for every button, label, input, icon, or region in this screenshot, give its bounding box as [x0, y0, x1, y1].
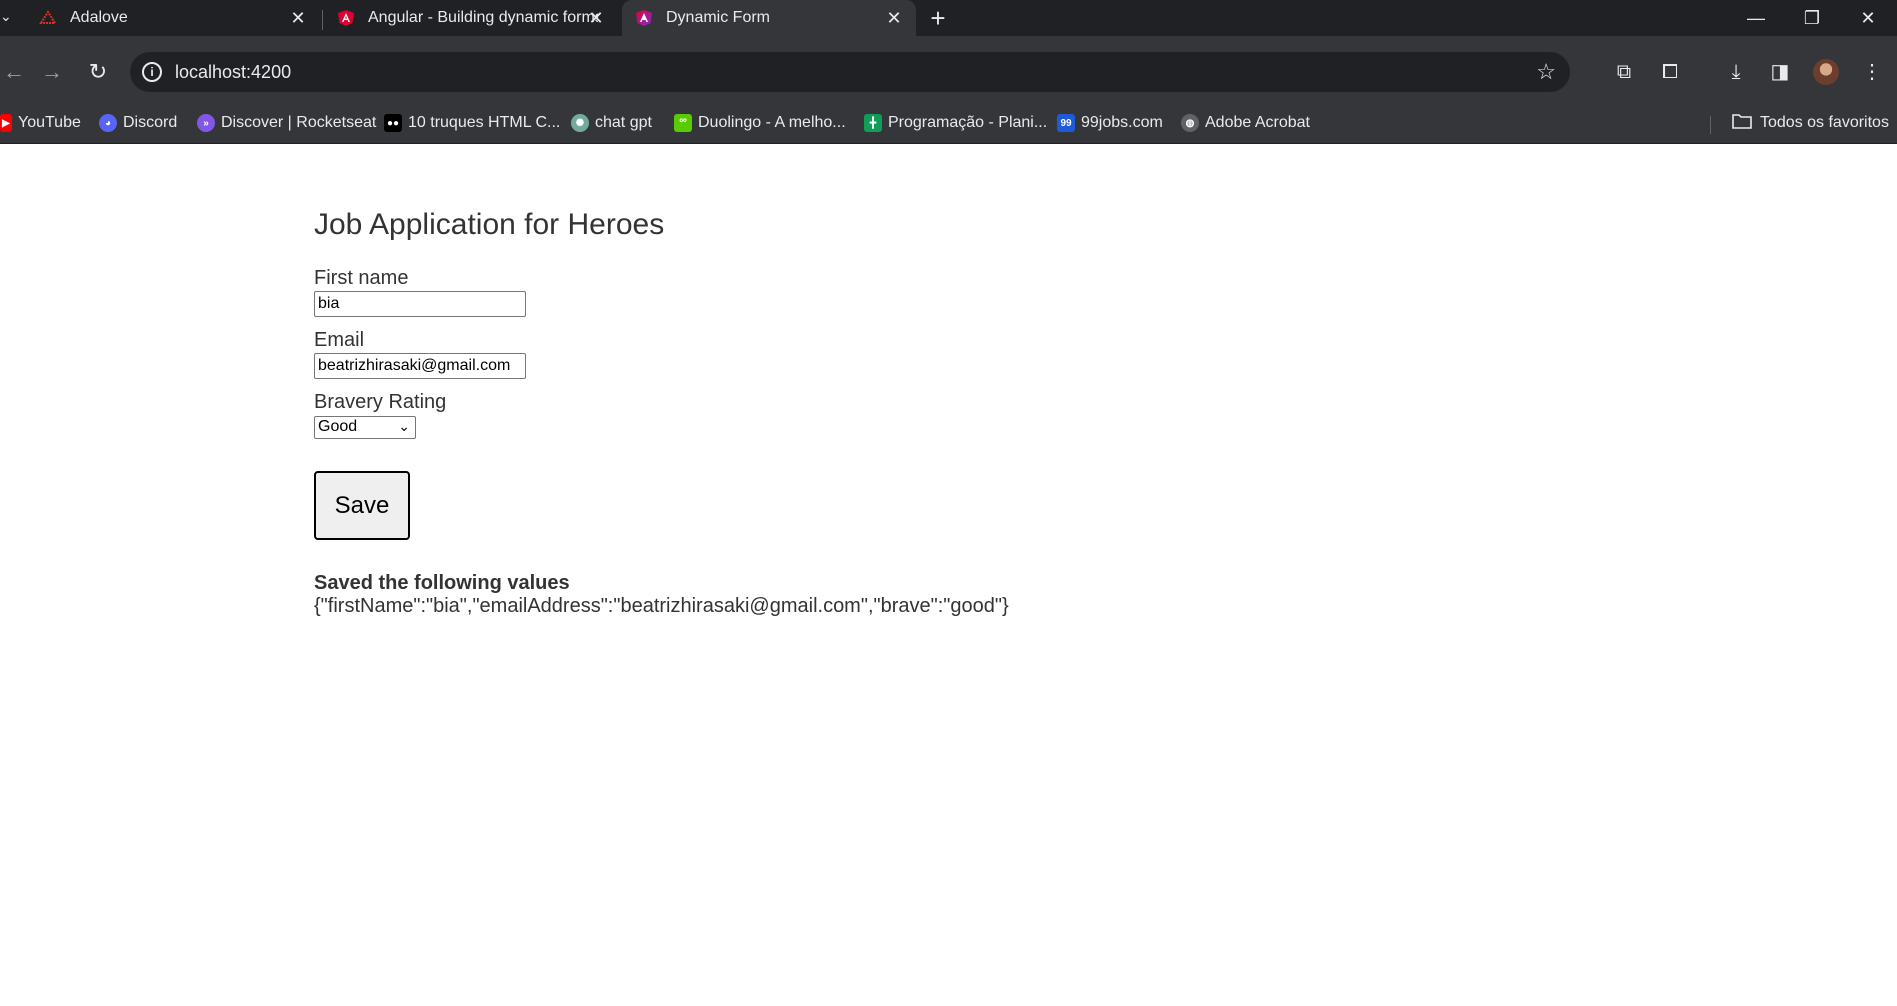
duolingo-icon: ºº [674, 114, 692, 132]
first-name-input[interactable] [314, 291, 526, 317]
bravery-rating-select[interactable]: Good ⌄ [314, 416, 416, 439]
saved-values-heading: Saved the following values [314, 572, 570, 594]
bookmark-label: Duolingo - A melho... [698, 114, 846, 131]
saved-values-json: {"firstName":"bia","emailAddress":"beatr… [314, 595, 1009, 617]
rocketseat-icon: » [197, 114, 215, 132]
chatgpt-icon: ✺ [571, 114, 589, 132]
back-arrow-icon[interactable]: ← [0, 58, 28, 86]
email-input[interactable] [314, 353, 526, 379]
bookmarks-divider [1710, 116, 1711, 134]
bookmark-label: chat gpt [595, 114, 652, 131]
address-bar[interactable]: i localhost:4200 ☆ [130, 52, 1570, 92]
more-menu-icon[interactable]: ⋮ [1858, 58, 1886, 86]
bookmark-discord[interactable]: ◕ Discord [99, 112, 177, 134]
bookmark-rocketseat[interactable]: » Discover | Rocketseat [197, 112, 376, 134]
page-content: Job Application for Heroes First name Em… [0, 145, 1897, 1006]
bookmark-chatgpt[interactable]: ✺ chat gpt [571, 112, 652, 134]
adalove-icon [38, 8, 58, 28]
close-icon[interactable]: ✕ [288, 8, 308, 28]
tab-groups-icon[interactable]: ⧉ [1610, 58, 1638, 86]
tab-dynamic-form[interactable]: Dynamic Form ✕ [622, 0, 916, 36]
close-icon[interactable]: ✕ [586, 8, 606, 28]
page-title: Job Application for Heroes [314, 208, 665, 241]
bookmarks-bar: ▶ YouTube ◕ Discord » Discover | Rockets… [0, 104, 1897, 144]
tab-angular-docs[interactable]: Angular - Building dynamic forms ✕ [322, 0, 618, 36]
bookmark-label: Discover | Rocketseat [221, 114, 377, 131]
address-text[interactable]: localhost:4200 [175, 62, 291, 83]
forward-arrow-icon[interactable]: → [38, 58, 66, 86]
bookmark-youtube[interactable]: ▶ YouTube [0, 112, 81, 134]
sheets-icon: ╋ [864, 114, 882, 132]
bookmark-label: Programação - Plani... [888, 114, 1048, 131]
tab-title: Angular - Building dynamic forms [368, 9, 598, 26]
extensions-puzzle-icon[interactable]: ⧠ [1656, 58, 1684, 86]
email-label: Email [314, 329, 365, 351]
bravery-rating-label: Bravery Rating [314, 391, 447, 413]
side-panel-icon[interactable]: ◨ [1766, 58, 1794, 86]
angular-icon [336, 8, 356, 28]
globe-icon: ◍ [1181, 114, 1199, 132]
folder-icon [1732, 113, 1752, 134]
download-icon[interactable]: ⤓ [1722, 58, 1750, 86]
bookmark-99jobs[interactable]: 99 99jobs.com [1057, 112, 1163, 134]
angular-dev-icon [634, 8, 654, 28]
save-button[interactable]: Save [314, 471, 410, 540]
bookmark-star-icon[interactable]: ☆ [1536, 59, 1556, 85]
bookmark-label: YouTube [18, 114, 81, 131]
all-bookmarks-folder[interactable]: Todos os favoritos [1732, 112, 1889, 134]
minimize-icon[interactable]: — [1741, 4, 1771, 32]
medium-icon: ●● [384, 114, 402, 132]
chevron-down-icon: ⌄ [398, 418, 410, 434]
new-tab-plus-icon[interactable]: + [925, 5, 951, 32]
tab-adalove[interactable]: Adalove ✕ [26, 0, 320, 36]
tab-strip: ⌄ Adalove ✕ Angular - Building dynamic f… [0, 0, 1897, 36]
restore-icon[interactable]: ❐ [1797, 4, 1827, 32]
youtube-icon: ▶ [0, 114, 12, 132]
bookmark-label: 10 truques HTML C... [408, 114, 561, 131]
site-info-icon[interactable]: i [142, 62, 162, 82]
bookmark-programacao[interactable]: ╋ Programação - Plani... [864, 112, 1047, 134]
bookmark-label: Adobe Acrobat [1205, 114, 1310, 131]
bookmark-duolingo[interactable]: ºº Duolingo - A melho... [674, 112, 846, 134]
window-close-icon[interactable]: ✕ [1853, 4, 1883, 32]
bookmark-label: 99jobs.com [1081, 114, 1163, 131]
profile-avatar[interactable] [1813, 59, 1839, 85]
bookmark-adobe-acrobat[interactable]: ◍ Adobe Acrobat [1181, 112, 1310, 134]
reload-icon[interactable]: ↻ [84, 58, 112, 86]
99jobs-icon: 99 [1057, 114, 1075, 132]
first-name-label: First name [314, 267, 409, 289]
bravery-rating-value: Good [318, 418, 358, 435]
tab-search-chevron-icon[interactable]: ⌄ [0, 8, 14, 28]
tab-title: Adalove [70, 9, 128, 26]
bookmark-html-tricks[interactable]: ●● 10 truques HTML C... [384, 112, 560, 134]
all-bookmarks-label: Todos os favoritos [1760, 114, 1889, 131]
bookmark-label: Discord [123, 114, 178, 131]
discord-icon: ◕ [99, 114, 117, 132]
close-icon[interactable]: ✕ [884, 8, 904, 28]
tab-title: Dynamic Form [666, 9, 771, 26]
